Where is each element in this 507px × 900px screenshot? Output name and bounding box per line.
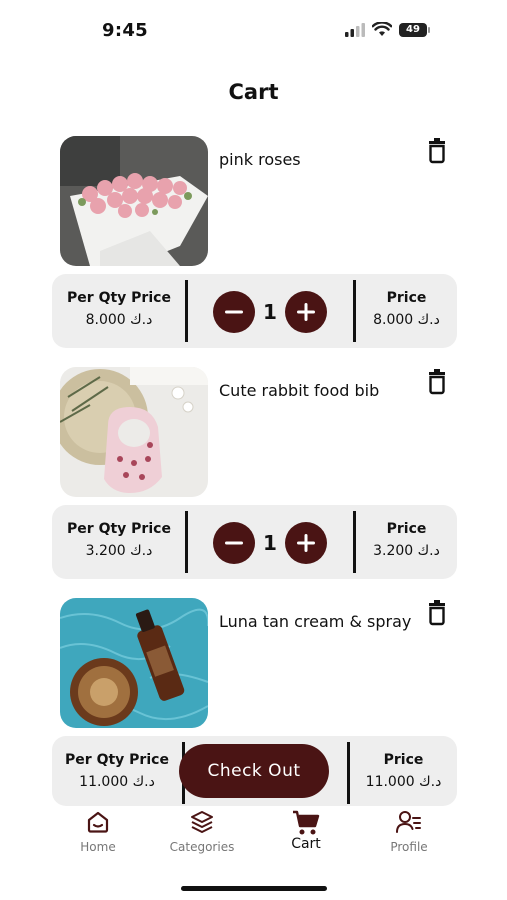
tab-profile[interactable]: Profile [364,806,454,854]
wifi-icon [372,22,392,36]
tab-profile-label: Profile [390,840,428,854]
product-image-pink-roses[interactable] [60,136,208,266]
price-label: Price [383,752,424,768]
tab-home[interactable]: Home [53,806,143,854]
price-row: Per Qty Price 3.200 د.ك 1 Price 3.200 د.… [52,505,457,579]
cart-icon [293,810,320,835]
layers-icon [191,811,213,833]
price-row: Per Qty Price 8.000 د.ك 1 Price 8.000 د.… [52,274,457,348]
signal-icon [345,22,365,37]
increase-quantity-button[interactable] [285,291,327,333]
price-value: 3.200 د.ك [373,543,440,559]
item-name[interactable]: Cute rabbit food bib [219,381,379,400]
battery-icon: 49 [399,22,430,37]
profile-icon [396,811,421,833]
checkout-button[interactable]: Check Out [179,744,329,798]
home-icon [87,811,109,833]
price-label: Price [386,521,427,537]
item-name[interactable]: Luna tan cream & spray [219,612,411,631]
per-qty-price-label: Per Qty Price [67,521,171,537]
decrease-quantity-button[interactable] [213,522,255,564]
price-label: Price [386,290,427,306]
per-qty-price-label: Per Qty Price [65,752,169,768]
cart-item: pink roses Per Qty Price 8.000 د.ك 1 Pri… [52,136,457,348]
quantity-value: 1 [263,300,277,324]
per-qty-price-value: 11.000 د.ك [79,774,155,790]
per-qty-price-label: Per Qty Price [67,290,171,306]
status-bar: 9:45 49 [0,0,507,60]
product-image-tan-cream[interactable] [60,598,208,728]
increase-quantity-button[interactable] [285,522,327,564]
trash-icon[interactable] [426,138,448,164]
page-title: Cart [228,80,279,104]
product-image-rabbit-bib[interactable] [60,367,208,497]
trash-icon[interactable] [426,600,448,626]
price-value: 8.000 د.ك [373,312,440,328]
decrease-quantity-button[interactable] [213,291,255,333]
tab-home-label: Home [80,840,116,854]
per-qty-price-value: 3.200 د.ك [85,543,153,559]
status-icons: 49 [345,22,430,37]
price-value: 11.000 د.ك [365,774,442,790]
cart-item: Cute rabbit food bib Per Qty Price 3.200… [52,367,457,579]
quantity-value: 1 [263,531,277,555]
tab-cart-label: Cart [291,836,321,852]
tab-categories-label: Categories [169,840,235,854]
divider [185,280,188,342]
tab-categories[interactable]: Categories [157,806,247,854]
divider [185,511,188,573]
tab-bar: Home Categories Cart Profile [0,806,507,866]
per-qty-price-value: 8.000 د.ك [85,312,153,328]
tab-cart[interactable]: Cart [261,806,351,852]
trash-icon[interactable] [426,369,448,395]
status-time: 9:45 [102,20,148,41]
home-indicator [181,886,327,891]
item-name[interactable]: pink roses [219,150,301,169]
